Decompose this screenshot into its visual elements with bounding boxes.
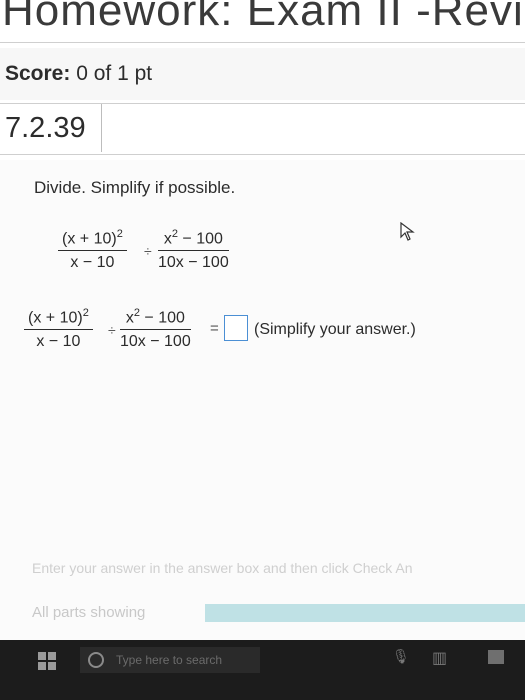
fraction-1-denominator: x − 10	[70, 254, 115, 272]
score-value: 0 of 1 pt	[76, 62, 153, 85]
answer-divide-operator: ÷	[108, 322, 116, 338]
answer-fraction-2-denominator: 10x − 100	[120, 333, 191, 351]
answer-fraction-2-numerator: x2 − 100	[120, 307, 191, 331]
answer-hint: (Simplify your answer.)	[254, 321, 416, 338]
parts-label: All parts showing	[32, 604, 146, 621]
score-text: Score: 0 of 1 pt	[5, 62, 152, 86]
mouse-cursor-icon	[400, 222, 415, 241]
question-instructions: Divide. Simplify if possible.	[34, 178, 236, 197]
answer-fraction-1-numerator: (x + 10)2	[24, 307, 93, 331]
taskbar-search-input[interactable]: Type here to search	[80, 647, 260, 673]
answer-fraction-1-denominator: x − 10	[36, 333, 81, 351]
progress-bar	[205, 604, 525, 622]
microphone-icon[interactable]: 🎙	[392, 648, 410, 665]
progress-fill	[205, 604, 525, 622]
task-view-icon[interactable]: ▥	[432, 648, 447, 668]
equals-sign: =	[210, 320, 219, 337]
answer-fraction-2: x2 − 100 10x − 100	[120, 307, 191, 351]
question-number: 7.2.39	[0, 104, 102, 152]
fraction-2-numerator: x2 − 100	[158, 228, 229, 252]
answer-input[interactable]	[224, 315, 248, 341]
answer-fraction-1: (x + 10)2 x − 10	[24, 307, 93, 351]
header-divider	[0, 42, 525, 43]
divide-operator: ÷	[144, 243, 152, 259]
windows-start-icon[interactable]	[38, 652, 56, 670]
page-title: Homework: Exam II -Revi	[2, 0, 524, 35]
fraction-2: x2 − 100 10x − 100	[158, 228, 229, 272]
footer-instruction: Enter your answer in the answer box and …	[32, 560, 413, 576]
fraction-2-denominator: 10x − 100	[158, 254, 229, 272]
fraction-1-numerator: (x + 10)2	[58, 228, 127, 252]
cortana-circle-icon[interactable]	[88, 652, 104, 668]
fraction-1: (x + 10)2 x − 10	[58, 228, 127, 272]
app-icon[interactable]	[488, 650, 504, 664]
score-label: Score:	[5, 62, 71, 85]
